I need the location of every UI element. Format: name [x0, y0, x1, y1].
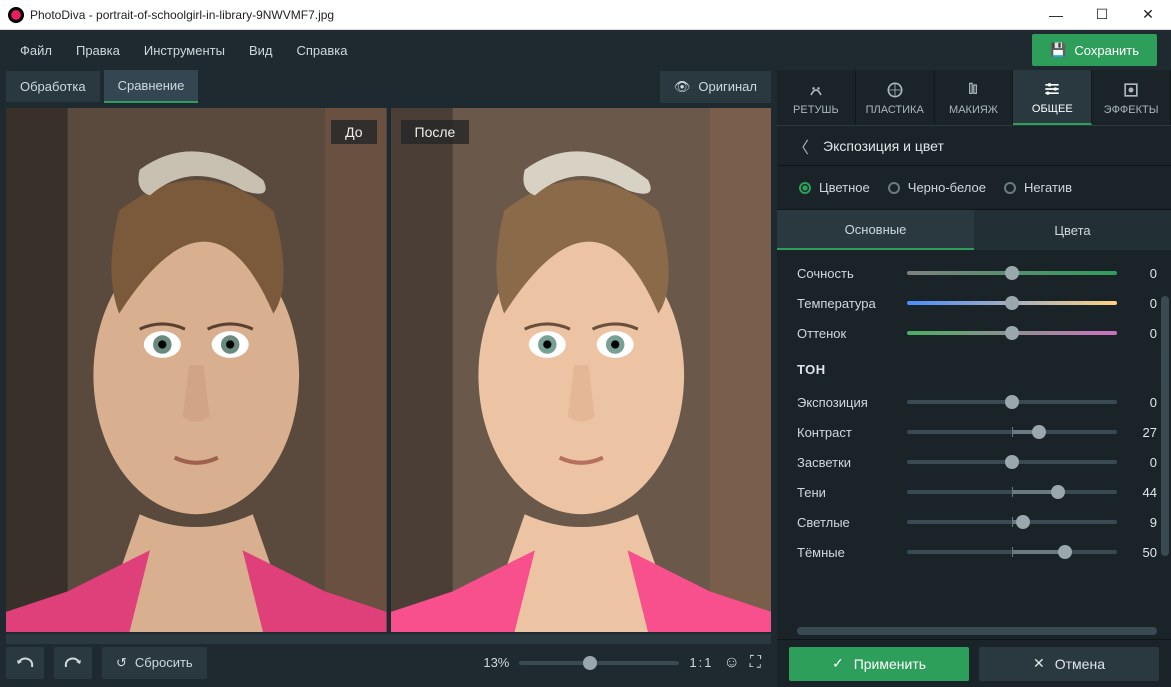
reset-label: Сбросить: [135, 655, 193, 670]
menu-edit[interactable]: Правка: [64, 37, 132, 64]
redo-button[interactable]: [54, 647, 92, 679]
label-shadows: Тени: [797, 485, 897, 500]
apply-label: Применить: [854, 656, 926, 672]
label-whites: Светлые: [797, 515, 897, 530]
value-highlights: 0: [1127, 455, 1157, 470]
subtab-basic[interactable]: Основные: [777, 210, 974, 250]
label-blacks: Тёмные: [797, 545, 897, 560]
retouch-icon: [806, 80, 826, 100]
makeup-icon: [963, 80, 983, 100]
undo-button[interactable]: [6, 647, 44, 679]
sliders-icon: [1042, 79, 1062, 99]
minimize-button[interactable]: —: [1033, 0, 1079, 30]
save-button[interactable]: 💾 Сохранить: [1032, 34, 1157, 66]
save-label: Сохранить: [1074, 43, 1139, 58]
value-tint: 0: [1127, 326, 1157, 341]
menu-help[interactable]: Справка: [284, 37, 359, 64]
window-title: PhotoDiva - portrait-of-schoolgirl-in-li…: [30, 8, 334, 22]
label-contrast: Контраст: [797, 425, 897, 440]
zoom-slider[interactable]: [519, 661, 679, 665]
save-icon: 💾: [1050, 42, 1066, 58]
tool-general[interactable]: ОБЩЕЕ: [1013, 70, 1092, 125]
plastic-icon: [885, 80, 905, 100]
close-icon: ✕: [1033, 655, 1045, 672]
reset-button[interactable]: ↺ Сбросить: [102, 647, 207, 679]
menu-tools[interactable]: Инструменты: [132, 37, 237, 64]
label-temperature: Температура: [797, 296, 897, 311]
titlebar: PhotoDiva - portrait-of-schoolgirl-in-li…: [0, 0, 1171, 30]
value-whites: 9: [1127, 515, 1157, 530]
back-chevron-icon[interactable]: 〈: [793, 134, 809, 158]
value-temperature: 0: [1127, 296, 1157, 311]
menu-file[interactable]: Файл: [8, 37, 64, 64]
value-exposure: 0: [1127, 395, 1157, 410]
menu-view[interactable]: Вид: [237, 37, 285, 64]
maximize-button[interactable]: ☐: [1079, 0, 1125, 30]
effects-icon: [1121, 80, 1141, 100]
slider-tint[interactable]: [907, 331, 1117, 335]
value-shadows: 44: [1127, 485, 1157, 500]
image-before[interactable]: До: [6, 108, 387, 632]
cancel-label: Отмена: [1055, 656, 1105, 672]
section-tone: ТОН: [797, 348, 1157, 387]
cancel-button[interactable]: ✕ Отмена: [979, 647, 1159, 681]
tool-makeup[interactable]: МАКИЯЖ: [935, 70, 1014, 125]
slider-shadows[interactable]: [907, 490, 1117, 494]
zoom-1to1[interactable]: 1:1: [689, 655, 713, 670]
label-before: До: [331, 120, 376, 144]
tool-retouch[interactable]: РЕТУШЬ: [777, 70, 856, 125]
label-tint: Оттенок: [797, 326, 897, 341]
value-contrast: 27: [1127, 425, 1157, 440]
slider-temperature[interactable]: [907, 301, 1117, 305]
menubar: Файл Правка Инструменты Вид Справка 💾 Со…: [0, 30, 1171, 70]
panel-hscrollbar[interactable]: [797, 627, 1157, 635]
viewer-hscrollbar[interactable]: [6, 634, 771, 644]
radio-color[interactable]: Цветное: [799, 180, 870, 195]
tool-effects[interactable]: ЭФФЕКТЫ: [1092, 70, 1171, 125]
zoom-percentage: 13%: [483, 655, 509, 670]
image-viewer: До: [6, 108, 771, 632]
eye-icon: 👁: [674, 79, 691, 95]
fullscreen-icon[interactable]: ⛶: [750, 654, 761, 672]
label-highlights: Засветки: [797, 455, 897, 470]
subtab-colors[interactable]: Цвета: [974, 210, 1171, 250]
tab-process[interactable]: Обработка: [6, 71, 100, 102]
close-button[interactable]: ✕: [1125, 0, 1171, 30]
slider-contrast[interactable]: [907, 430, 1117, 434]
panel-vscrollbar[interactable]: [1161, 296, 1169, 556]
slider-exposure[interactable]: [907, 400, 1117, 404]
radio-bw[interactable]: Черно-белое: [888, 180, 986, 195]
reset-icon: ↺: [116, 655, 127, 671]
tool-plastic[interactable]: ПЛАСТИКА: [856, 70, 935, 125]
panel-title: Экспозиция и цвет: [823, 138, 944, 154]
label-after: После: [401, 120, 470, 144]
value-vibrance: 0: [1127, 266, 1157, 281]
slider-blacks[interactable]: [907, 550, 1117, 554]
image-after[interactable]: После: [391, 108, 772, 632]
label-exposure: Экспозиция: [797, 395, 897, 410]
slider-whites[interactable]: [907, 520, 1117, 524]
original-label: Оригинал: [698, 79, 757, 94]
slider-vibrance[interactable]: [907, 271, 1117, 275]
value-blacks: 50: [1127, 545, 1157, 560]
face-detect-icon[interactable]: ☺: [723, 654, 739, 672]
slider-highlights[interactable]: [907, 460, 1117, 464]
original-button[interactable]: 👁 Оригинал: [660, 71, 771, 103]
check-icon: ✓: [832, 655, 844, 672]
label-vibrance: Сочность: [797, 266, 897, 281]
radio-negative[interactable]: Негатив: [1004, 180, 1072, 195]
apply-button[interactable]: ✓ Применить: [789, 647, 969, 681]
tab-compare[interactable]: Сравнение: [104, 70, 199, 103]
app-icon: [8, 7, 24, 23]
